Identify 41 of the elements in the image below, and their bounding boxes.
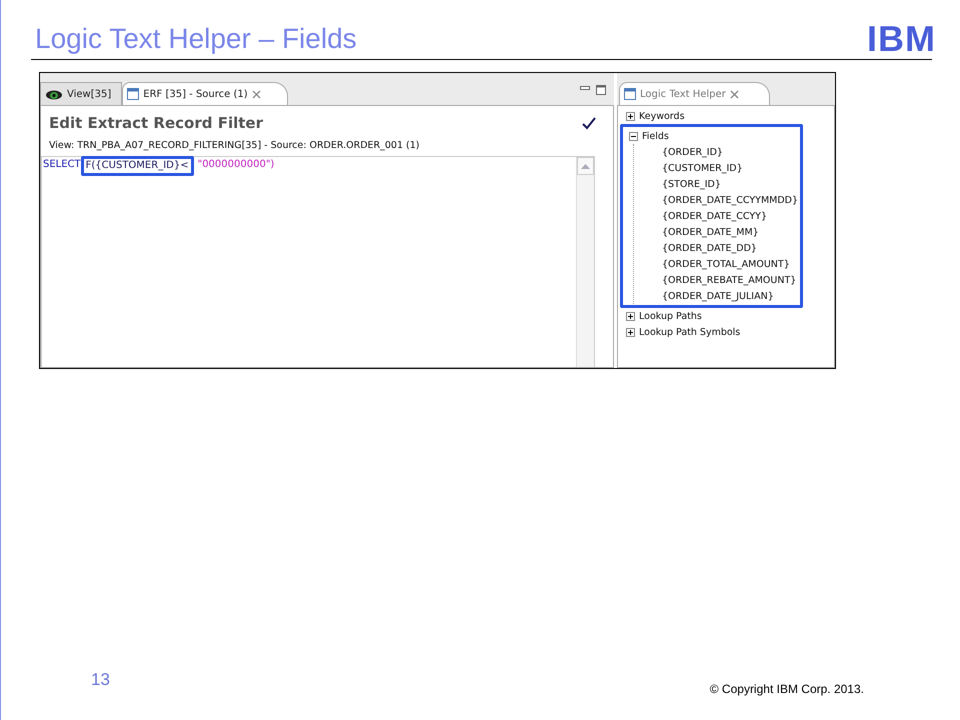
- field-item[interactable]: {CUSTOMER_ID}: [662, 162, 743, 174]
- up-arrow-icon: [581, 163, 590, 169]
- field-item[interactable]: {ORDER_DATE_CCYYMMDD}: [662, 194, 798, 206]
- field-item[interactable]: {ORDER_ID}: [662, 146, 723, 158]
- logo: IBM: [867, 22, 936, 56]
- eye-icon: [45, 88, 63, 100]
- logic-text-helper-tab[interactable]: Logic Text Helper: [619, 82, 770, 105]
- highlighted-code: F({CUSTOMER_ID}<: [80, 156, 194, 176]
- field-item[interactable]: {STORE_ID}: [662, 178, 721, 190]
- field-item[interactable]: {ORDER_DATE_MM}: [662, 226, 759, 238]
- expand-icon[interactable]: [626, 312, 635, 320]
- page-number: 13: [91, 670, 110, 690]
- window-icon: [624, 88, 636, 100]
- slide-title: Logic Text Helper – Fields: [35, 22, 357, 56]
- code-string: "0000000000"): [198, 159, 274, 170]
- checkmark-icon[interactable]: [581, 116, 597, 130]
- close-icon[interactable]: [730, 90, 739, 98]
- field-item[interactable]: {ORDER_TOTAL_AMOUNT}: [662, 258, 790, 270]
- field-item[interactable]: {ORDER_REBATE_AMOUNT}: [662, 274, 796, 286]
- tree-item[interactable]: Keywords: [639, 110, 685, 122]
- window-icon: [127, 88, 140, 100]
- field-item[interactable]: {ORDER_DATE_CCYY}: [662, 210, 768, 222]
- tree-item[interactable]: Lookup Path Symbols: [639, 326, 740, 338]
- collapse-icon[interactable]: [629, 132, 638, 140]
- field-item[interactable]: {ORDER_DATE_DD}: [662, 242, 757, 254]
- field-item[interactable]: {ORDER_DATE_JULIAN}: [662, 290, 774, 302]
- close-icon[interactable]: [252, 90, 261, 98]
- code-editor[interactable]: SELECT F({CUSTOMER_ID}< "0000000000"): [41, 156, 595, 367]
- maximize-icon[interactable]: [596, 85, 606, 95]
- expand-icon[interactable]: [626, 112, 635, 120]
- expand-icon[interactable]: [626, 328, 635, 336]
- minimize-icon[interactable]: [580, 85, 590, 91]
- tree-item[interactable]: Fields: [642, 130, 669, 142]
- editor-heading: Edit Extract Record Filter: [49, 114, 263, 132]
- editor-tab[interactable]: ERF [35] - Source (1): [122, 82, 288, 105]
- view-source-label: View: TRN_PBA_A07_RECORD_FILTERING[35] - Source: ORDER.ORDER_001 (1): [49, 140, 420, 151]
- editor-tab[interactable]: View[35]: [40, 82, 122, 105]
- copyright-notice: © Copyright IBM Corp. 2013.: [710, 682, 864, 696]
- tree-item[interactable]: Lookup Paths: [639, 310, 702, 322]
- code-keyword: SELECT: [43, 159, 81, 170]
- scrollbar[interactable]: [576, 157, 594, 367]
